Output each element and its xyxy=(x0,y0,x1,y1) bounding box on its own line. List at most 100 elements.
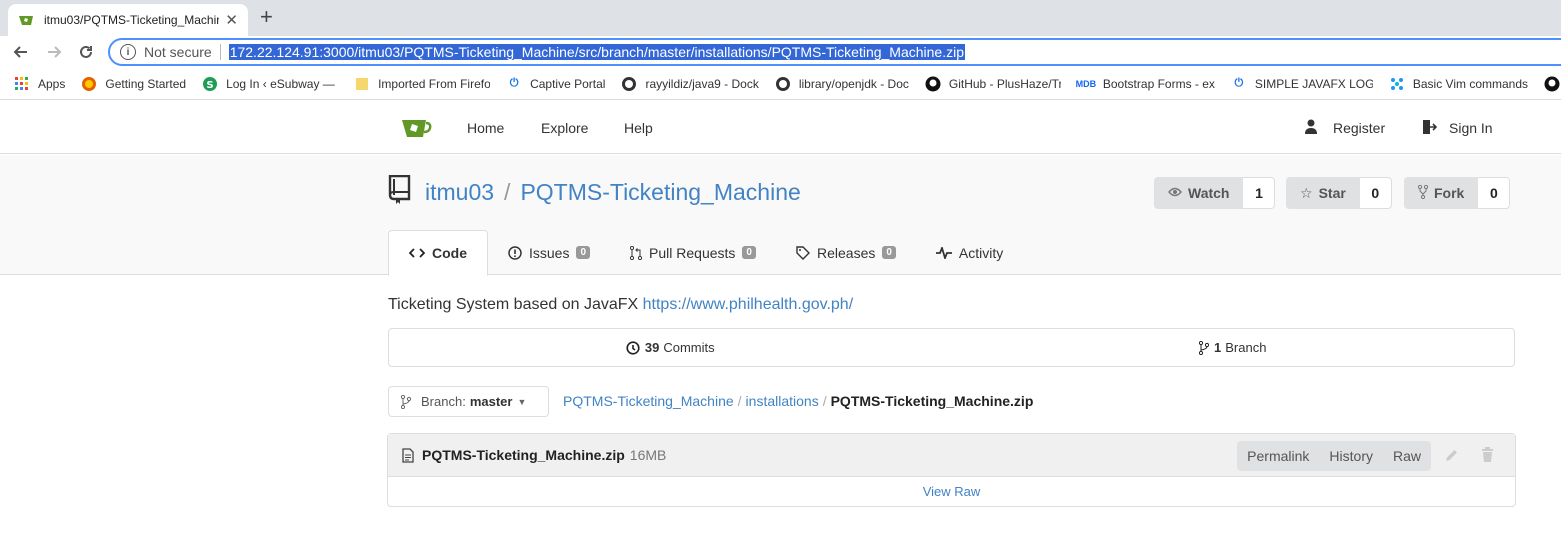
issue-icon xyxy=(508,245,522,260)
bookmark-imported-folder[interactable]: Imported From Firefox xyxy=(354,76,490,92)
bookmark-label: GitHub - PlusHaze/Tr xyxy=(948,76,1061,91)
tab-title: itmu03/PQTMS-Ticketing_Machine xyxy=(44,13,220,27)
commits-stat[interactable]: 39 Commits xyxy=(389,329,952,366)
branches-label: Branch xyxy=(1225,340,1267,355)
bookmark-label: rayyildiz/java9 - Dock xyxy=(645,76,759,91)
repo-tabs: Code Issues 0 Pull Requests 0 Releases 0 xyxy=(388,230,1023,276)
close-tab-icon[interactable]: ✕ xyxy=(225,13,238,28)
mdb-icon: MDB xyxy=(1075,78,1097,89)
bookmark-label: Apps xyxy=(38,76,66,91)
watch-count[interactable]: 1 xyxy=(1243,177,1276,209)
nav-register[interactable]: Register xyxy=(1333,120,1385,136)
address-bar[interactable]: i Not secure 172.22.124.91:3000/itmu03/P… xyxy=(108,38,1561,66)
fork-count[interactable]: 0 xyxy=(1478,177,1511,209)
branch-icon xyxy=(1199,340,1210,355)
bookmark-apps[interactable]: Apps xyxy=(14,76,65,92)
view-raw-link[interactable]: View Raw xyxy=(388,477,1515,506)
file-actions: Permalink History Raw xyxy=(1237,441,1431,471)
repo-owner-link[interactable]: itmu03 xyxy=(425,179,494,205)
dots-icon xyxy=(1389,76,1405,92)
file-size: 16MB xyxy=(629,447,667,463)
folder-icon xyxy=(354,76,370,92)
site-header: Home Explore Help Register Sign In xyxy=(0,101,1561,154)
tab-activity-label: Activity xyxy=(958,244,1004,261)
file-viewer: PQTMS-Ticketing_Machine.zip 16MB Permali… xyxy=(387,433,1516,507)
bookmark-captive-portal[interactable]: ⏻ Captive Portal xyxy=(506,76,606,92)
bookmark-label: Getting Started xyxy=(105,76,187,91)
bookmark-label: SIMPLE JAVAFX LOGIN xyxy=(1254,76,1373,91)
bookmark-label: Log In ‹ eSubway — W xyxy=(226,76,339,91)
docker-icon xyxy=(775,76,791,92)
tab-releases[interactable]: Releases 0 xyxy=(776,230,916,275)
repo-title-slash: / xyxy=(504,179,511,205)
star-count[interactable]: 0 xyxy=(1359,177,1392,209)
pulse-icon xyxy=(935,246,952,259)
code-icon xyxy=(409,247,425,259)
fork-label: Fork xyxy=(1434,185,1465,201)
nav-home[interactable]: Home xyxy=(467,120,504,136)
esubway-icon: S xyxy=(202,76,218,92)
star-button[interactable]: ☆ Star xyxy=(1286,177,1360,209)
browser-toolbar: i Not secure 172.22.124.91:3000/itmu03/P… xyxy=(0,36,1561,68)
new-tab-icon[interactable]: + xyxy=(260,5,273,29)
breadcrumb-repo-link[interactable]: PQTMS-Ticketing_Machine xyxy=(563,393,734,409)
breadcrumb-folder-link[interactable]: installations xyxy=(746,393,819,409)
branch-name: master xyxy=(469,394,513,409)
browser-tab[interactable]: itmu03/PQTMS-Ticketing_Machine ✕ xyxy=(8,4,248,36)
bookmark-vim-commands[interactable]: Basic Vim commands xyxy=(1389,76,1528,92)
tab-issues[interactable]: Issues 0 xyxy=(488,230,610,275)
gitea-logo-icon[interactable] xyxy=(400,118,432,138)
issues-count-badge: 0 xyxy=(576,246,591,259)
info-icon[interactable]: i xyxy=(120,44,136,60)
back-arrow-icon[interactable] xyxy=(9,40,33,64)
branch-icon xyxy=(401,394,411,409)
bookmark-label: Bootstrap Forms - ex xyxy=(1102,76,1215,91)
commits-count: 39 xyxy=(644,340,660,355)
pencil-icon[interactable] xyxy=(1444,448,1459,463)
url-text[interactable]: 172.22.124.91:3000/itmu03/PQTMS-Ticketin… xyxy=(228,44,965,60)
bookmark-javafx-login[interactable]: ⏻ SIMPLE JAVAFX LOGIN xyxy=(1231,76,1373,92)
nav-sign-in[interactable]: Sign In xyxy=(1449,120,1493,136)
forward-arrow-icon[interactable] xyxy=(42,40,66,64)
pulls-count-badge: 0 xyxy=(742,246,756,259)
bookmark-openjdk[interactable]: library/openjdk - Doc xyxy=(775,76,909,92)
breadcrumb-divider: / xyxy=(737,393,742,409)
branches-stat[interactable]: 1 Branch xyxy=(952,329,1515,366)
repo-description-text: Ticketing System based on JavaFX xyxy=(388,296,639,313)
reload-icon[interactable] xyxy=(74,40,98,64)
history-icon xyxy=(626,340,640,355)
tab-code[interactable]: Code xyxy=(388,230,488,276)
trash-icon[interactable] xyxy=(1481,447,1494,463)
tag-icon xyxy=(796,245,810,260)
history-button[interactable]: History xyxy=(1319,441,1383,471)
sign-in-icon xyxy=(1423,120,1437,134)
fork-button[interactable]: Fork xyxy=(1404,177,1479,209)
bookmark-getting-started[interactable]: Getting Started xyxy=(81,76,186,92)
permalink-button[interactable]: Permalink xyxy=(1237,441,1319,471)
caret-down-icon: ▼ xyxy=(517,396,527,407)
branch-dropdown[interactable]: Branch: master ▼ xyxy=(388,386,549,417)
bookmark-github[interactable] xyxy=(1544,76,1561,92)
tab-activity[interactable]: Activity xyxy=(916,230,1023,275)
bookmark-bootstrap-forms[interactable]: MDB Bootstrap Forms - ex xyxy=(1075,76,1215,92)
github-icon xyxy=(925,76,941,92)
repo-title: itmu03 / PQTMS-Ticketing_Machine xyxy=(425,179,801,206)
raw-button[interactable]: Raw xyxy=(1383,441,1431,471)
security-label: Not secure xyxy=(144,44,212,60)
bookmark-label: Imported From Firefox xyxy=(378,76,491,91)
gitea-favicon-icon xyxy=(19,16,33,25)
fork-icon xyxy=(1417,184,1429,202)
docker-icon xyxy=(621,76,637,92)
nav-help[interactable]: Help xyxy=(624,120,653,136)
commits-label: Commits xyxy=(663,340,715,355)
bookmark-github-plushaze[interactable]: GitHub - PlusHaze/Tr xyxy=(925,76,1061,92)
bookmark-java9[interactable]: rayyildiz/java9 - Dock xyxy=(621,76,759,92)
bookmark-esubway[interactable]: S Log In ‹ eSubway — W xyxy=(202,76,338,92)
tab-pull-requests[interactable]: Pull Requests 0 xyxy=(610,230,776,275)
watch-button[interactable]: Watch xyxy=(1154,177,1244,209)
nav-explore[interactable]: Explore xyxy=(541,120,588,136)
repo-website-link[interactable]: https://www.philhealth.gov.ph/ xyxy=(643,296,854,313)
breadcrumb: PQTMS-Ticketing_Machine / installations / PQ… xyxy=(563,393,1033,409)
fork-counter: Fork 0 xyxy=(1404,177,1511,209)
repo-name-link[interactable]: PQTMS-Ticketing_Machine xyxy=(520,179,800,205)
